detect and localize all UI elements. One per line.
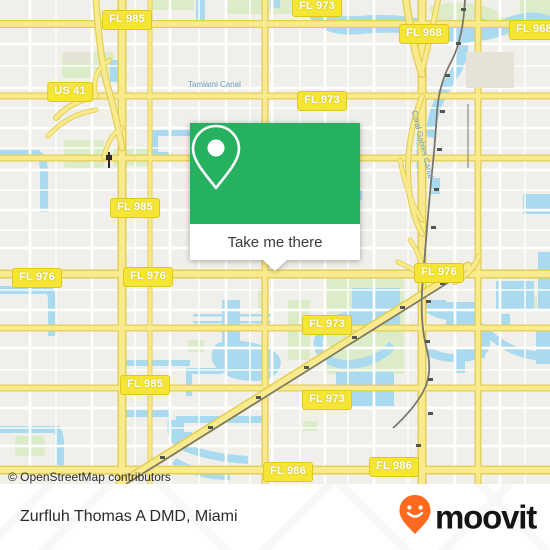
road-shield[interactable]: US 41 — [47, 82, 93, 102]
road-shield[interactable]: FL 985 — [102, 10, 152, 30]
road-shield[interactable]: FL 976 — [12, 268, 62, 288]
road-shield[interactable]: FL 976 — [414, 263, 464, 283]
road-shield[interactable]: FL 968 — [399, 24, 449, 44]
place-title: Zurfluh Thomas A DMD, Miami — [20, 508, 238, 525]
road-shield[interactable]: FL 976 — [123, 267, 173, 287]
road-shield[interactable]: FL 973 — [302, 390, 352, 410]
moovit-logo[interactable]: moovit — [398, 494, 537, 541]
moovit-wordmark: moovit — [435, 498, 537, 536]
popup-pointer-arrow — [263, 260, 287, 271]
road-shield[interactable]: FL 985 — [120, 375, 170, 395]
osm-attribution[interactable]: © OpenStreetMap contributors — [8, 470, 171, 484]
take-me-there-label: Take me there — [227, 233, 323, 251]
water-label: Tamiami Canal — [188, 80, 241, 89]
footer-bar: Zurfluh Thomas A DMD, Miami moovit — [0, 484, 550, 550]
road-shield[interactable]: FL 985 — [110, 198, 160, 218]
road-shield[interactable]: FL 973 — [302, 315, 352, 335]
road-shield[interactable]: FL 986 — [263, 462, 313, 482]
screenshot-root: Tamiami Canal Coral Gables Canal FL 985 … — [0, 0, 550, 550]
popup-action-area[interactable]: Take me there — [190, 224, 360, 271]
popup-icon-area — [190, 123, 360, 224]
moovit-pin-icon — [398, 494, 432, 541]
road-shield[interactable]: FL 973 — [297, 91, 347, 111]
road-shield[interactable]: FL 986 — [369, 457, 419, 477]
road-shield[interactable]: FL 973 — [292, 0, 342, 17]
road-shield[interactable]: FL 968 — [509, 20, 550, 40]
map-canvas[interactable]: Tamiami Canal Coral Gables Canal FL 985 … — [0, 0, 550, 484]
location-popup-card[interactable]: Take me there — [190, 123, 360, 271]
